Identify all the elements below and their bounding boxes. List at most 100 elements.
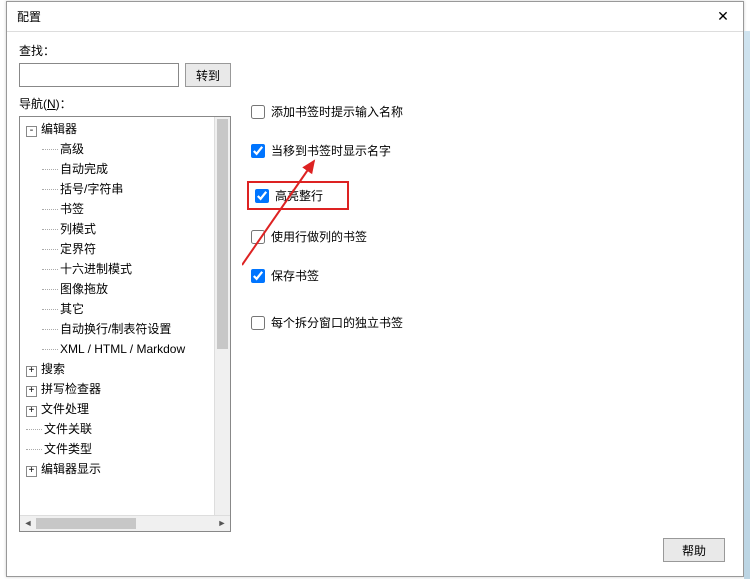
tree-item[interactable]: 十六进制模式 [20, 259, 218, 279]
left-column: 导航(N)： -编辑器高级自动完成括号/字符串书签列模式定界符十六进制模式图像拖… [19, 95, 231, 532]
help-button[interactable]: 帮助 [663, 538, 725, 562]
checkbox-highlight-row[interactable] [255, 189, 269, 203]
tree-item[interactable]: 文件关联 [20, 419, 218, 439]
vertical-scrollbar[interactable] [214, 117, 230, 515]
nav-tree: -编辑器高级自动完成括号/字符串书签列模式定界符十六进制模式图像拖放其它自动换行… [20, 117, 218, 481]
collapse-icon[interactable]: - [26, 126, 37, 137]
vertical-scroll-thumb[interactable] [217, 119, 228, 349]
expand-icon[interactable]: + [26, 366, 37, 377]
expand-icon[interactable]: + [26, 466, 37, 477]
option-save-bookmarks[interactable]: 保存书签 [251, 267, 731, 284]
nav-label-suffix: )： [56, 97, 72, 111]
tree-connector-icon [26, 449, 42, 450]
tree-item[interactable]: 列模式 [20, 219, 218, 239]
tree-item[interactable]: + 文件处理 [20, 399, 218, 419]
checkbox-save-bookmarks[interactable] [251, 269, 265, 283]
search-input[interactable] [19, 63, 179, 87]
tree-item-label: 编辑器显示 [41, 462, 101, 476]
search-label: 查找： [19, 42, 731, 59]
tree-item-label: XML / HTML / Markdow [60, 342, 185, 356]
tree-item-label: 编辑器 [41, 122, 77, 136]
checkbox-per-split-bookmark[interactable] [251, 316, 265, 330]
close-button[interactable]: ✕ [703, 2, 743, 32]
tree-connector-icon [42, 209, 58, 210]
tree-item[interactable]: + 搜索 [20, 359, 218, 379]
dialog-title: 配置 [17, 8, 41, 25]
tree-item[interactable]: 其它 [20, 299, 218, 319]
dialog-body: 查找： 转到 导航(N)： -编辑器高级自动完成括号/字符串书签列模式定界符十六… [7, 32, 743, 576]
expand-icon[interactable]: + [26, 406, 37, 417]
option-label: 高亮整行 [275, 187, 323, 204]
tree-item[interactable]: 自动换行/制表符设置 [20, 319, 218, 339]
nav-label: 导航(N)： [19, 95, 231, 112]
annotation-highlight-box: 高亮整行 [243, 181, 731, 228]
tree-item[interactable]: 图像拖放 [20, 279, 218, 299]
main-row: 导航(N)： -编辑器高级自动完成括号/字符串书签列模式定界符十六进制模式图像拖… [19, 95, 731, 532]
search-controls: 转到 [19, 63, 731, 87]
titlebar: 配置 ✕ [7, 2, 743, 32]
close-icon: ✕ [717, 8, 729, 25]
tree-connector-icon [42, 289, 58, 290]
tree-item[interactable]: 括号/字符串 [20, 179, 218, 199]
tree-connector-icon [42, 189, 58, 190]
tree-item[interactable]: 高级 [20, 139, 218, 159]
tree-connector-icon [42, 229, 58, 230]
option-row-as-col-bookmark[interactable]: 使用行做列的书签 [251, 228, 731, 245]
tree-connector-icon [42, 249, 58, 250]
tree-item[interactable]: 自动完成 [20, 159, 218, 179]
tree-item[interactable]: + 拼写检查器 [20, 379, 218, 399]
tree-item-label: 其它 [60, 302, 84, 316]
hscroll-track[interactable] [36, 516, 214, 531]
tree-item[interactable]: + 编辑器显示 [20, 459, 218, 479]
background-strip [744, 31, 750, 579]
tree-item-label: 文件关联 [44, 422, 92, 436]
option-per-split-bookmark[interactable]: 每个拆分窗口的独立书签 [251, 314, 731, 331]
checkbox-show-name-on-move[interactable] [251, 144, 265, 158]
tree-connector-icon [42, 169, 58, 170]
tree-item-label: 定界符 [60, 242, 96, 256]
search-section: 查找： 转到 [19, 42, 731, 87]
tree-connector-icon [42, 329, 58, 330]
goto-button[interactable]: 转到 [185, 63, 231, 87]
option-highlight-row[interactable]: 高亮整行 [247, 181, 349, 210]
tree-connector-icon [26, 429, 42, 430]
config-dialog: 配置 ✕ 查找： 转到 导航(N)： -编辑器高级自动完成括号/字符串书签列模式… [6, 1, 744, 577]
option-label: 每个拆分窗口的独立书签 [271, 314, 403, 331]
option-add-bookmark-prompt[interactable]: 添加书签时提示输入名称 [251, 103, 731, 120]
tree-item-label: 自动换行/制表符设置 [60, 322, 171, 336]
tree-item-label: 文件处理 [41, 402, 89, 416]
tree-item[interactable]: -编辑器 [20, 119, 218, 139]
option-label: 保存书签 [271, 267, 319, 284]
checkbox-row-as-col-bookmark[interactable] [251, 230, 265, 244]
tree-item-label: 拼写检查器 [41, 382, 101, 396]
option-show-name-on-move[interactable]: 当移到书签时显示名字 [251, 142, 731, 159]
option-label: 使用行做列的书签 [271, 228, 367, 245]
tree-item-label: 高级 [60, 142, 84, 156]
nav-label-prefix: 导航( [19, 97, 47, 111]
hscroll-left-arrow-icon[interactable]: ◄ [20, 516, 36, 532]
tree-item[interactable]: 书签 [20, 199, 218, 219]
tree-connector-icon [42, 349, 58, 350]
tree-item-label: 书签 [60, 202, 84, 216]
tree-item[interactable]: 文件类型 [20, 439, 218, 459]
tree-item[interactable]: 定界符 [20, 239, 218, 259]
checkbox-add-bookmark-prompt[interactable] [251, 105, 265, 119]
tree-item-label: 图像拖放 [60, 282, 108, 296]
tree-item-label: 搜索 [41, 362, 65, 376]
nav-tree-container: -编辑器高级自动完成括号/字符串书签列模式定界符十六进制模式图像拖放其它自动换行… [19, 116, 231, 532]
tree-item-label: 十六进制模式 [60, 262, 132, 276]
hscroll-right-arrow-icon[interactable]: ► [214, 516, 230, 532]
tree-connector-icon [42, 149, 58, 150]
tree-item-label: 括号/字符串 [60, 182, 123, 196]
expand-icon[interactable]: + [26, 386, 37, 397]
dialog-footer: 帮助 [19, 532, 731, 568]
horizontal-scroll-thumb[interactable] [36, 518, 136, 529]
option-label: 当移到书签时显示名字 [271, 142, 391, 159]
tree-connector-icon [42, 309, 58, 310]
option-label: 添加书签时提示输入名称 [271, 103, 403, 120]
tree-item-label: 列模式 [60, 222, 96, 236]
horizontal-scrollbar[interactable]: ◄ ► [20, 515, 230, 531]
options-panel: 添加书签时提示输入名称 当移到书签时显示名字 高亮整行 使用行做列的书签 [243, 95, 731, 532]
nav-tree-scroll[interactable]: -编辑器高级自动完成括号/字符串书签列模式定界符十六进制模式图像拖放其它自动换行… [20, 117, 230, 515]
tree-item[interactable]: XML / HTML / Markdow [20, 339, 218, 359]
